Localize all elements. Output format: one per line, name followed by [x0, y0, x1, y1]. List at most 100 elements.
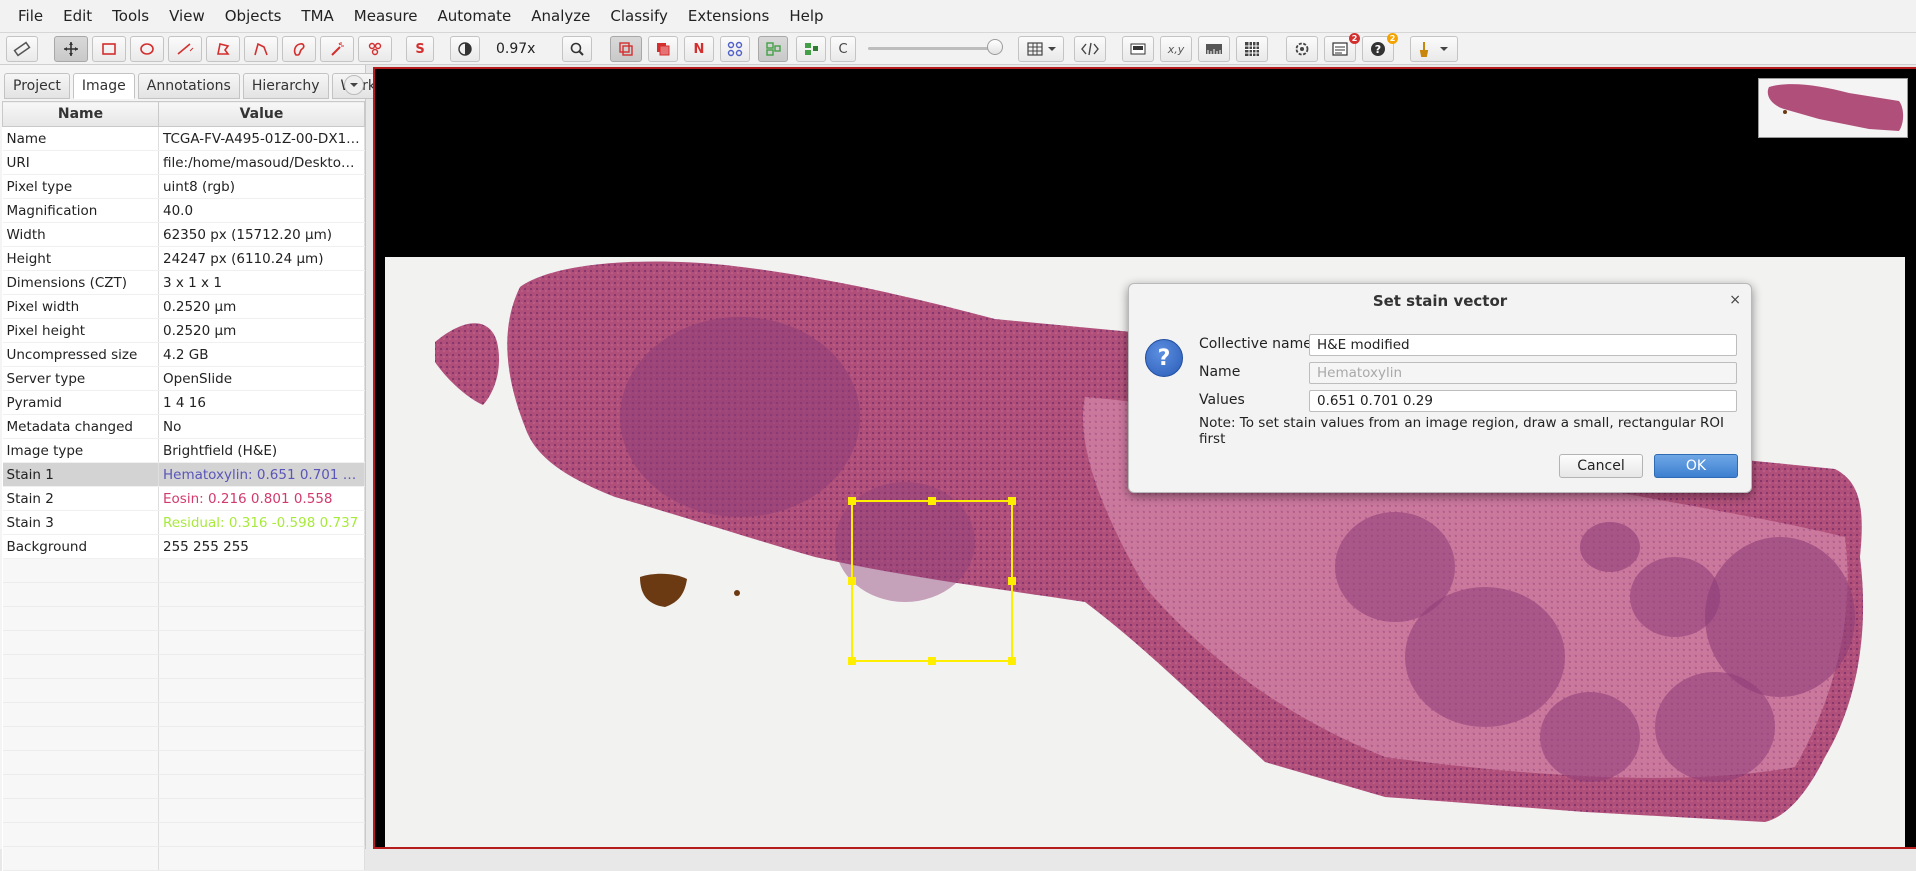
- property-name: Pyramid: [2, 390, 159, 415]
- tabs-dropdown-icon[interactable]: [344, 75, 364, 95]
- script-editor-icon[interactable]: [1074, 36, 1106, 62]
- empty-cell: [158, 750, 365, 775]
- show-tma-grid-icon[interactable]: [720, 36, 750, 62]
- fill-annotations-icon[interactable]: [648, 36, 678, 62]
- menu-analyze[interactable]: Analyze: [521, 0, 600, 33]
- ellipse-tool-icon[interactable]: [130, 36, 164, 62]
- show-connections-label: C: [838, 41, 848, 57]
- selection-mode-button[interactable]: S: [406, 36, 434, 62]
- property-value: file:/home/masoud/Desktop/...: [158, 150, 365, 175]
- table-row[interactable]: Dimensions (CZT) 3 x 1 x 1: [2, 270, 365, 295]
- rectangle-tool-icon[interactable]: [92, 36, 126, 62]
- table-row[interactable]: Stain 2 Eosin: 0.216 0.801 0.558: [2, 486, 365, 511]
- empty-table-row: [2, 750, 365, 775]
- pixel-grid-icon[interactable]: [1236, 36, 1268, 62]
- table-row[interactable]: Stain 1 Hematoxylin: 0.651 0.701 0....: [2, 462, 365, 487]
- overview-icon[interactable]: [1122, 36, 1154, 62]
- show-names-button[interactable]: N: [684, 36, 714, 62]
- empty-table-row: [2, 846, 365, 871]
- property-value: 3 x 1 x 1: [158, 270, 365, 295]
- menu-help[interactable]: Help: [779, 0, 833, 33]
- table-row[interactable]: Pixel width 0.2520 µm: [2, 294, 365, 319]
- brightness-contrast-icon[interactable]: [450, 36, 480, 62]
- opacity-slider-thumb[interactable]: [987, 39, 1003, 55]
- table-row[interactable]: Width 62350 px (15712.20 µm): [2, 222, 365, 247]
- menu-automate[interactable]: Automate: [428, 0, 522, 33]
- grid-dropdown-icon[interactable]: [1018, 36, 1064, 62]
- menu-extensions[interactable]: Extensions: [678, 0, 779, 33]
- menu-classify[interactable]: Classify: [600, 0, 678, 33]
- show-annotations-icon[interactable]: [610, 36, 642, 62]
- table-row[interactable]: Magnification 40.0: [2, 198, 365, 223]
- opacity-slider-track[interactable]: [868, 47, 998, 50]
- location-button[interactable]: x,y: [1160, 36, 1192, 62]
- tab-annotations[interactable]: Annotations: [137, 73, 240, 99]
- table-row[interactable]: Image type Brightfield (H&E): [2, 438, 365, 463]
- left-panel-tabs: Project Image Annotations Hierarchy Work…: [4, 73, 397, 99]
- close-icon[interactable]: ×: [1729, 292, 1741, 308]
- menu-view[interactable]: View: [159, 0, 215, 33]
- property-name: Dimensions (CZT): [2, 270, 159, 295]
- collective-name-field[interactable]: H&E modified: [1309, 334, 1737, 356]
- menu-file[interactable]: File: [8, 0, 53, 33]
- empty-cell: [2, 774, 159, 799]
- table-row[interactable]: Name TCGA-FV-A495-01Z-00-DX1....: [2, 126, 365, 151]
- property-name: Stain 3: [2, 510, 159, 535]
- table-row[interactable]: Server type OpenSlide: [2, 366, 365, 391]
- show-connections-button[interactable]: C: [830, 36, 856, 62]
- menu-bar: File Edit Tools View Objects TMA Measure Automa…: [0, 0, 1916, 33]
- polygon-tool-icon[interactable]: [206, 36, 240, 62]
- cancel-button[interactable]: Cancel: [1559, 454, 1643, 478]
- tab-image[interactable]: Image: [72, 73, 135, 99]
- table-row[interactable]: Background 255 255 255: [2, 534, 365, 559]
- location-label: x,y: [1167, 42, 1185, 56]
- table-row[interactable]: Pixel type uint8 (rgb): [2, 174, 365, 199]
- empty-cell: [2, 822, 159, 847]
- zoom-to-fit-icon[interactable]: [562, 36, 592, 62]
- table-row[interactable]: URI file:/home/masoud/Desktop/...: [2, 150, 365, 175]
- menu-edit[interactable]: Edit: [53, 0, 102, 33]
- values-field[interactable]: 0.651 0.701 0.29: [1309, 390, 1737, 412]
- property-name: Metadata changed: [2, 414, 159, 439]
- table-row[interactable]: Uncompressed size 4.2 GB: [2, 342, 365, 367]
- preferences-gear-icon[interactable]: [1286, 36, 1318, 62]
- menu-objects[interactable]: Objects: [215, 0, 292, 33]
- fill-detections-icon[interactable]: [796, 36, 826, 62]
- table-row[interactable]: Metadata changed No: [2, 414, 365, 439]
- line-tool-icon[interactable]: [168, 36, 202, 62]
- property-value: 40.0: [158, 198, 365, 223]
- empty-cell: [158, 606, 365, 631]
- property-name: Width: [2, 222, 159, 247]
- table-row[interactable]: Stain 3 Residual: 0.316 -0.598 0.737: [2, 510, 365, 535]
- points-tool-icon[interactable]: [358, 36, 392, 62]
- column-header-value[interactable]: Value: [158, 101, 365, 127]
- ok-button[interactable]: OK: [1654, 454, 1738, 478]
- overview-thumbnail[interactable]: [1758, 78, 1908, 138]
- table-row[interactable]: Pixel height 0.2520 µm: [2, 318, 365, 343]
- zoom-level: 0.97x: [496, 41, 536, 57]
- table-row[interactable]: Height 24247 px (6110.24 µm): [2, 246, 365, 271]
- menu-tma[interactable]: TMA: [291, 0, 343, 33]
- empty-cell: [2, 654, 159, 679]
- dialog-title: Set stain vector: [1372, 292, 1508, 310]
- extensions-dropdown-icon[interactable]: [1410, 36, 1458, 62]
- polyline-tool-icon[interactable]: [244, 36, 278, 62]
- menu-tools[interactable]: Tools: [102, 0, 159, 33]
- brush-tool-icon[interactable]: [282, 36, 316, 62]
- column-header-name[interactable]: Name: [2, 101, 159, 127]
- show-names-label: N: [693, 41, 705, 57]
- table-row[interactable]: Pyramid 1 4 16: [2, 390, 365, 415]
- show-detections-icon[interactable]: [758, 36, 788, 62]
- move-tool-icon[interactable]: [54, 36, 88, 62]
- empty-table-row: [2, 726, 365, 751]
- property-value: 62350 px (15712.20 µm): [158, 222, 365, 247]
- wand-tool-icon[interactable]: [320, 36, 354, 62]
- scalebar-icon[interactable]: [1198, 36, 1230, 62]
- tab-hierarchy[interactable]: Hierarchy: [242, 73, 329, 99]
- tab-project[interactable]: Project: [4, 73, 70, 99]
- property-name: Pixel width: [2, 294, 159, 319]
- property-value: 1 4 16: [158, 390, 365, 415]
- measurement-table-icon[interactable]: [6, 36, 38, 62]
- menu-measure[interactable]: Measure: [344, 0, 428, 33]
- set-stain-vector-dialog: Set stain vector × ? Collective name H&E…: [1128, 283, 1752, 493]
